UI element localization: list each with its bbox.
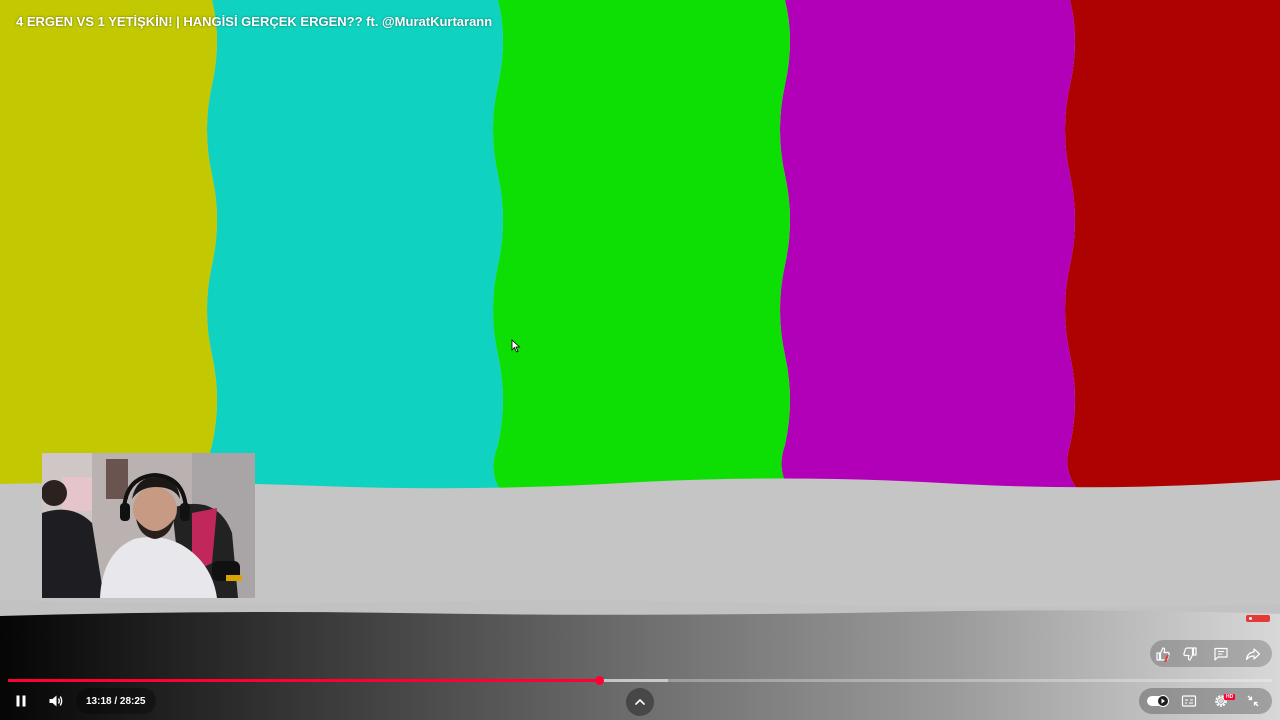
webcam-overlay [42,453,255,598]
subtitles-button[interactable] [1179,691,1199,711]
yellow-band [0,0,217,490]
video-player[interactable]: 4 ERGEN VS 1 YETİŞKİN! | HANGİSİ GERÇEK … [0,0,1280,720]
green-band [493,0,790,490]
comment-icon [1214,647,1228,661]
video-frame[interactable] [0,0,1280,720]
thumbs-down-icon [1183,647,1197,661]
mouse-cursor-icon [511,339,521,353]
chevron-up-icon [635,699,645,705]
progress-bar[interactable] [8,674,1272,686]
exit-fullscreen-icon [1247,695,1259,707]
like-button[interactable] [1153,644,1173,664]
comments-button[interactable] [1211,644,1231,664]
autoplay-toggle-icon[interactable] [1157,695,1169,707]
volume-icon [49,695,63,707]
thumbs-up-icon [1156,647,1170,662]
dislike-button[interactable] [1180,644,1200,664]
live-indicator-icon [1246,615,1270,622]
pause-icon [16,695,26,707]
cyan-band [207,0,503,490]
volume-button[interactable] [45,690,67,712]
progress-scrubber[interactable] [595,676,605,685]
pause-button[interactable] [10,690,32,712]
share-button[interactable] [1243,644,1263,664]
expand-button[interactable] [626,688,654,716]
magenta-band [780,0,1078,490]
hd-badge: HD [1224,694,1236,700]
red-band [1065,0,1280,490]
time-display: 13:18 / 28:25 [76,688,156,714]
subtitles-icon [1181,695,1197,707]
share-icon [1245,648,1261,661]
exit-fullscreen-button[interactable] [1243,691,1263,711]
progress-played [8,679,600,682]
video-title: 4 ERGEN VS 1 YETİŞKİN! | HANGİSİ GERÇEK … [16,14,493,29]
